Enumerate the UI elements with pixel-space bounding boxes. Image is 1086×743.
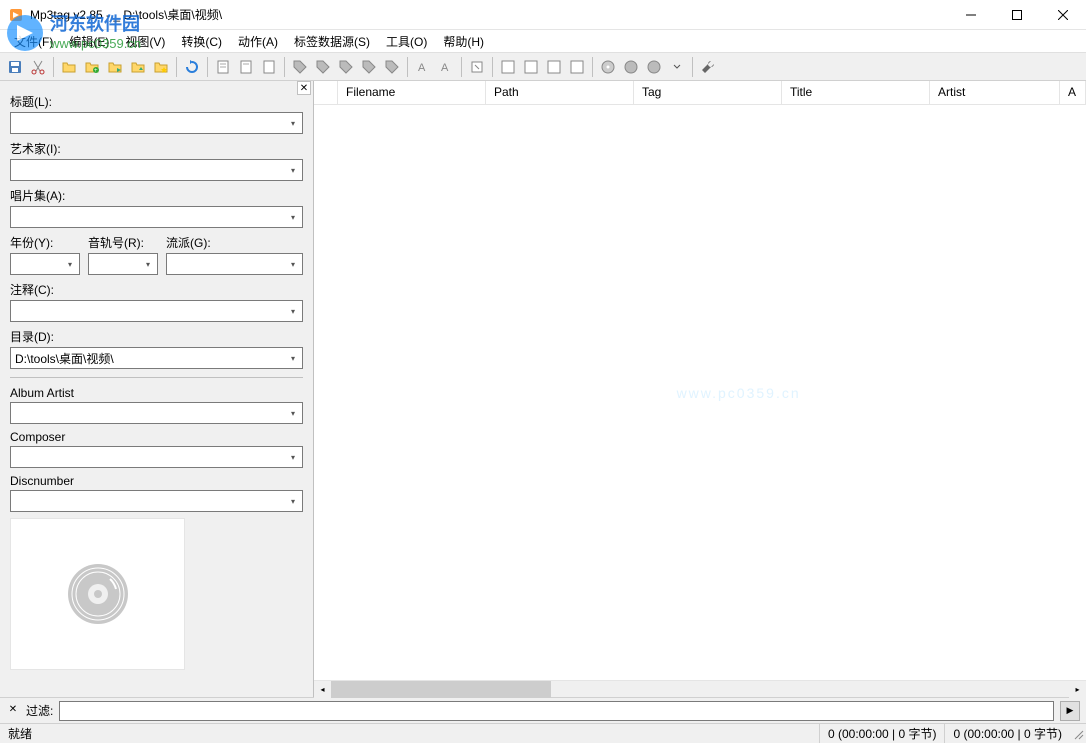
- filter-input[interactable]: [59, 701, 1054, 721]
- cut-icon[interactable]: [27, 56, 49, 78]
- resize-grip[interactable]: [1070, 726, 1086, 742]
- filter-bar: ✕ 过滤: ▶: [0, 697, 1086, 723]
- discnumber-label: Discnumber: [10, 474, 303, 488]
- doc2-icon[interactable]: [235, 56, 257, 78]
- menu-actions[interactable]: 动作(A): [230, 31, 286, 52]
- save-icon[interactable]: [4, 56, 26, 78]
- horizontal-scrollbar[interactable]: ◂ ▸: [314, 680, 1086, 697]
- wrench-icon[interactable]: [697, 56, 719, 78]
- scroll-thumb[interactable]: [331, 681, 551, 698]
- track-label: 音轨号(R):: [88, 234, 158, 251]
- col-tag[interactable]: Tag: [634, 81, 782, 104]
- list4-icon[interactable]: [566, 56, 588, 78]
- menu-sources[interactable]: 标签数据源(S): [286, 31, 378, 52]
- filter-label: 过滤:: [26, 702, 53, 719]
- genre-input[interactable]: [166, 253, 303, 275]
- tag4-icon[interactable]: [358, 56, 380, 78]
- col-icon[interactable]: [314, 81, 338, 104]
- edit-icon[interactable]: [466, 56, 488, 78]
- menu-edit[interactable]: 编辑(E): [61, 31, 117, 52]
- menu-tools[interactable]: 工具(O): [378, 31, 435, 52]
- menu-view[interactable]: 视图(V): [117, 31, 173, 52]
- text1-icon[interactable]: A: [412, 56, 434, 78]
- artist-label: 艺术家(I):: [10, 140, 303, 157]
- album-input[interactable]: [10, 206, 303, 228]
- tag5-icon[interactable]: [381, 56, 403, 78]
- menu-help[interactable]: 帮助(H): [435, 31, 492, 52]
- tag-panel: ✕ 标题(L): ▾ 艺术家(I): ▾ 唱片集(A): ▾ 年份(Y): ▾: [0, 81, 314, 697]
- list2-icon[interactable]: [520, 56, 542, 78]
- list-header: Filename Path Tag Title Artist A: [314, 81, 1086, 105]
- svg-text:+: +: [94, 68, 98, 74]
- folder-open-icon[interactable]: [58, 56, 80, 78]
- refresh-icon[interactable]: [181, 56, 203, 78]
- genre-label: 流派(G):: [166, 234, 303, 251]
- menubar: 文件(F) 编辑(E) 视图(V) 转换(C) 动作(A) 标签数据源(S) 工…: [0, 30, 1086, 52]
- composer-input[interactable]: [10, 446, 303, 468]
- title-label: 标题(L):: [10, 93, 303, 110]
- track-input[interactable]: [88, 253, 158, 275]
- toolbar: + A A: [0, 52, 1086, 81]
- tag2-icon[interactable]: [312, 56, 334, 78]
- artist-input[interactable]: [10, 159, 303, 181]
- col-path[interactable]: Path: [486, 81, 634, 104]
- album-art-box[interactable]: [10, 518, 185, 670]
- tag1-icon[interactable]: [289, 56, 311, 78]
- status-info2: 0 (00:00:00 | 0 字节): [945, 724, 1070, 743]
- svg-text:A: A: [418, 62, 426, 74]
- status-ready: 就绪: [0, 724, 820, 743]
- menu-file[interactable]: 文件(F): [6, 31, 61, 52]
- comment-label: 注释(C):: [10, 281, 303, 298]
- tag3-icon[interactable]: [335, 56, 357, 78]
- text2-icon[interactable]: A: [435, 56, 457, 78]
- svg-text:A: A: [441, 62, 449, 74]
- scroll-left-button[interactable]: ◂: [314, 681, 331, 698]
- file-list[interactable]: www.pc0359.cn: [314, 105, 1086, 680]
- doc3-icon[interactable]: [258, 56, 280, 78]
- list3-icon[interactable]: [543, 56, 565, 78]
- album-artist-label: Album Artist: [10, 386, 303, 400]
- file-list-panel: Filename Path Tag Title Artist A www.pc0…: [314, 81, 1086, 697]
- directory-label: 目录(D):: [10, 328, 303, 345]
- list1-icon[interactable]: [497, 56, 519, 78]
- maximize-button[interactable]: [994, 0, 1040, 30]
- statusbar: 就绪 0 (00:00:00 | 0 字节) 0 (00:00:00 | 0 字…: [0, 723, 1086, 743]
- directory-input[interactable]: [10, 347, 303, 369]
- year-label: 年份(Y):: [10, 234, 80, 251]
- col-artist[interactable]: Artist: [930, 81, 1060, 104]
- window-title: Mp3tag v2.85 - _ D:\tools\桌面\视频\: [30, 6, 948, 23]
- album-label: 唱片集(A):: [10, 187, 303, 204]
- minimize-button[interactable]: [948, 0, 994, 30]
- folder-play-icon[interactable]: [104, 56, 126, 78]
- discnumber-input[interactable]: [10, 490, 303, 512]
- app-icon: [8, 7, 24, 23]
- scroll-right-button[interactable]: ▸: [1069, 681, 1086, 698]
- col-title[interactable]: Title: [782, 81, 930, 104]
- globe1-icon[interactable]: [620, 56, 642, 78]
- disc1-icon[interactable]: [597, 56, 619, 78]
- col-filename[interactable]: Filename: [338, 81, 486, 104]
- watermark-center: www.pc0359.cn: [677, 385, 801, 401]
- titlebar: Mp3tag v2.85 - _ D:\tools\桌面\视频\: [0, 0, 1086, 30]
- title-input[interactable]: [10, 112, 303, 134]
- dropdown-icon[interactable]: [666, 56, 688, 78]
- composer-label: Composer: [10, 430, 303, 444]
- doc-icon[interactable]: [212, 56, 234, 78]
- close-button[interactable]: [1040, 0, 1086, 30]
- filter-close-button[interactable]: ✕: [6, 704, 20, 718]
- album-artist-input[interactable]: [10, 402, 303, 424]
- folder-up-icon[interactable]: [127, 56, 149, 78]
- status-info1: 0 (00:00:00 | 0 字节): [820, 724, 946, 743]
- panel-close-button[interactable]: ✕: [297, 81, 311, 95]
- comment-input[interactable]: [10, 300, 303, 322]
- menu-convert[interactable]: 转换(C): [173, 31, 230, 52]
- folder-star-icon[interactable]: [150, 56, 172, 78]
- year-input[interactable]: [10, 253, 80, 275]
- col-a[interactable]: A: [1060, 81, 1086, 104]
- filter-go-button[interactable]: ▶: [1060, 701, 1080, 721]
- globe2-icon[interactable]: [643, 56, 665, 78]
- disc-placeholder-icon: [63, 559, 133, 629]
- folder-add-icon[interactable]: +: [81, 56, 103, 78]
